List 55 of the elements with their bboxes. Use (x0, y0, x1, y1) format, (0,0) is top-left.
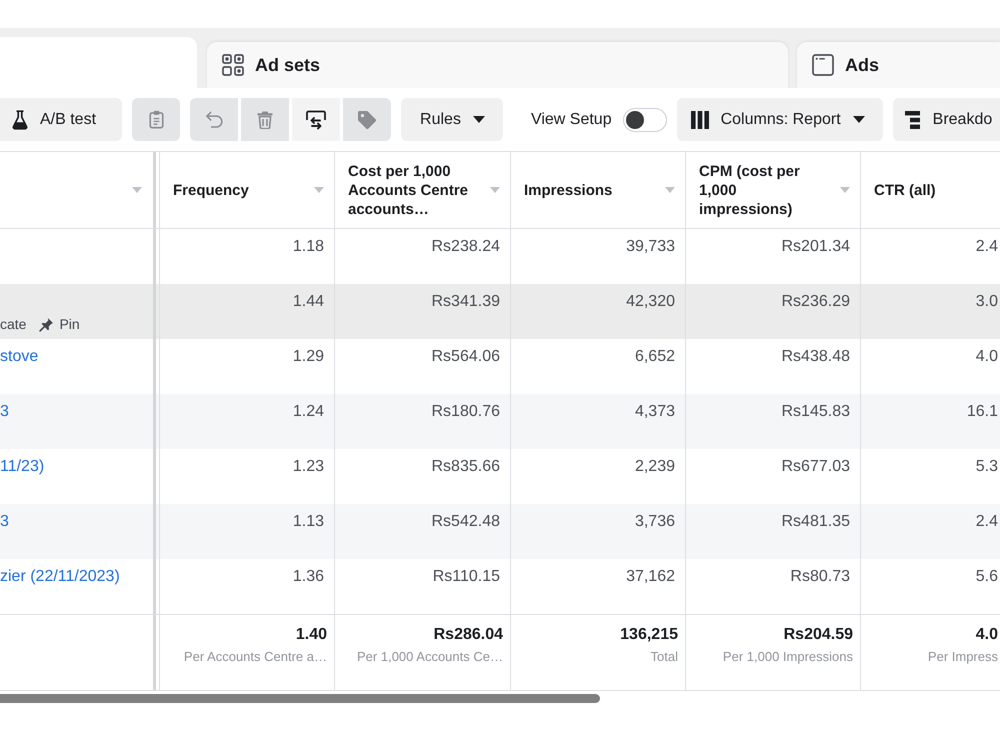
screen-arrows-icon (305, 110, 328, 130)
sort-caret-icon[interactable] (490, 187, 500, 193)
table-cell: 37,162 (510, 559, 685, 614)
screen-arrows-button[interactable] (292, 98, 340, 141)
rules-dropdown[interactable]: Rules (401, 98, 503, 141)
column-header[interactable]: Cost per 1,000 Accounts Centre accounts… (334, 152, 510, 228)
row-action[interactable]: Pin (39, 316, 80, 332)
table-cell: 5.6 (860, 559, 1000, 614)
tab[interactable]: Ad sets (207, 42, 788, 88)
column-header[interactable]: CPM (cost per 1,000 impressions) (685, 152, 860, 228)
tab[interactable]: Ads (797, 42, 1000, 88)
grid-icon (222, 54, 244, 76)
total-value: 136,215 (620, 625, 678, 645)
pin-icon (39, 316, 54, 332)
toggle-label: View Setup (530, 110, 612, 128)
table-cell: Rs80.73 (685, 559, 860, 614)
breakdown-button[interactable]: Breakdo (892, 98, 1000, 141)
total-value: 4.0 (976, 625, 998, 645)
scrollbar-thumb[interactable] (0, 694, 600, 703)
column-header[interactable]: CTR (all) (860, 152, 1000, 228)
sort-caret-icon[interactable] (665, 187, 675, 193)
tag-icon (357, 110, 378, 130)
columns-dropdown[interactable]: Columns: Report (676, 98, 883, 141)
columns-icon (690, 110, 709, 128)
flask-icon (12, 110, 28, 130)
table-cell: 1.36 (159, 559, 334, 614)
undo-icon (204, 110, 224, 129)
name-link[interactable]: 11/23) (0, 457, 44, 477)
clipboard-icon (148, 110, 164, 129)
name-link[interactable]: zier (22/11/2023) (0, 567, 120, 587)
column-header[interactable]: Frequency (159, 152, 334, 228)
total-label: Per Accounts Centre a… (184, 649, 327, 665)
stacked-bars-icon (904, 110, 923, 128)
total-label: Per 1,000 Impressions (722, 649, 853, 665)
window-icon (812, 54, 834, 76)
name-link[interactable]: 3 (0, 402, 9, 422)
trash-icon (257, 110, 274, 128)
name-link[interactable]: stove (0, 347, 38, 367)
total-label: Total (650, 649, 678, 665)
table-cell: Rs110.15 (334, 559, 510, 614)
name-link[interactable]: 3 (0, 512, 9, 532)
ab-test-button[interactable]: A/B test (0, 98, 122, 141)
total-value: 1.40 (296, 625, 327, 645)
view-setup-toggle[interactable] (622, 108, 667, 132)
total-value: Rs286.04 (434, 625, 503, 645)
row-action[interactable]: cate (0, 316, 26, 332)
caret-icon (852, 116, 865, 123)
sort-caret-icon[interactable] (132, 187, 142, 193)
sort-caret-icon[interactable] (840, 187, 850, 193)
total-label: Per Impress (928, 649, 998, 665)
total-value: Rs204.59 (784, 625, 853, 645)
caret-icon (472, 116, 485, 123)
column-header[interactable]: Impressions (510, 152, 685, 228)
total-label: Per 1,000 Accounts Ce… (357, 649, 503, 665)
sort-caret-icon[interactable] (314, 187, 324, 193)
